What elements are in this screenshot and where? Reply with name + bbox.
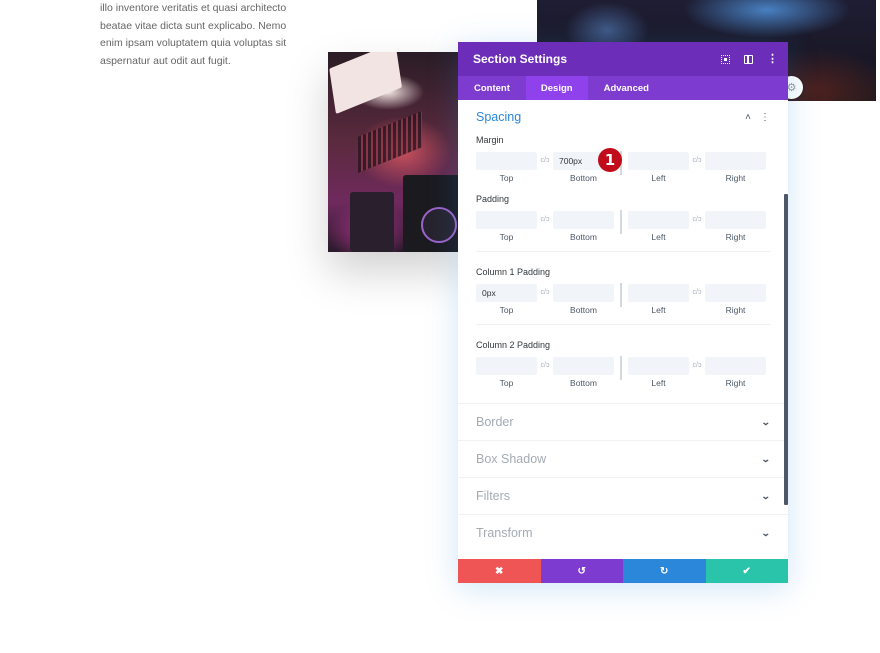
- spacing-group: Column 2 Padding c/ɔ c/ɔ Top Bottom Left Right: [458, 339, 788, 390]
- laptop-dj-image: [328, 52, 463, 252]
- top-input[interactable]: [476, 210, 537, 229]
- collapsed-sections: Border ⌄ Box Shadow ⌄ Filters ⌄ Transfor…: [458, 403, 788, 551]
- link-values-icon[interactable]: c/ɔ: [537, 216, 553, 223]
- chevron-down-icon[interactable]: ⌄: [761, 454, 771, 465]
- left-input[interactable]: [628, 151, 689, 170]
- modal-tabs: Content Design Advanced: [458, 76, 788, 100]
- chevron-down-icon[interactable]: ⌄: [761, 491, 771, 502]
- chevron-up-icon[interactable]: ˄: [745, 112, 751, 123]
- midi-controller: [350, 192, 394, 252]
- link-values-icon[interactable]: c/ɔ: [537, 289, 553, 296]
- left-input[interactable]: [628, 283, 689, 302]
- top-label: Top: [499, 172, 514, 183]
- link-values-icon[interactable]: c/ɔ: [537, 362, 553, 369]
- body-line: illo inventore veritatis et quasi archit…: [100, 2, 287, 14]
- modal-header[interactable]: Section Settings ⋮: [458, 42, 788, 76]
- bottom-label: Bottom: [570, 304, 597, 315]
- modal-footer: ✖ ↺ ↻ ✔: [458, 559, 788, 583]
- left-label: Left: [651, 304, 666, 315]
- filters-title: Filters: [476, 489, 511, 503]
- undo-button[interactable]: ↺: [540, 559, 623, 583]
- right-label: Right: [725, 231, 746, 242]
- redo-button[interactable]: ↻: [623, 559, 706, 583]
- bottom-input[interactable]: [553, 210, 614, 229]
- save-button[interactable]: ✔: [705, 559, 788, 583]
- top-label: Top: [499, 377, 514, 388]
- body-line: beatae vitae dicta sunt explicabo. Nemo: [100, 19, 287, 32]
- spacing-group: Margin c/ɔ 700px c/ɔ Top Bottom Left Right: [458, 134, 788, 185]
- columns-icon[interactable]: [744, 54, 753, 64]
- right-input[interactable]: [705, 151, 766, 170]
- right-label: Right: [725, 377, 746, 388]
- left-label: Left: [651, 377, 666, 388]
- right-input[interactable]: [705, 210, 766, 229]
- box-shadow-section[interactable]: Box Shadow ⌄: [458, 440, 788, 477]
- right-input[interactable]: [705, 283, 766, 302]
- tab-design[interactable]: Design: [525, 76, 588, 100]
- tab-advanced[interactable]: Advanced: [588, 76, 665, 100]
- filters-section[interactable]: Filters ⌄: [458, 477, 788, 514]
- transform-section[interactable]: Transform ⌄: [458, 514, 788, 551]
- cancel-button[interactable]: ✖: [458, 559, 541, 583]
- body-paragraph: illo inventore veritatis et quasi archit…: [100, 0, 300, 70]
- left-input[interactable]: [628, 356, 689, 375]
- tab-content[interactable]: Content: [458, 76, 526, 100]
- link-values-icon[interactable]: c/ɔ: [689, 157, 705, 164]
- bottom-label: Bottom: [570, 231, 597, 242]
- section-settings-modal: Section Settings ⋮ Content Design Advanc…: [458, 42, 788, 583]
- modal-title: Section Settings: [473, 52, 568, 66]
- left-label: Left: [651, 231, 666, 242]
- kebab-menu-icon[interactable]: ⋮: [767, 54, 778, 65]
- group-divider: [476, 251, 770, 252]
- chevron-down-icon[interactable]: ⌄: [761, 528, 771, 539]
- spacing-section-header[interactable]: Spacing ˄ ⋮: [458, 100, 788, 134]
- modal-body: Spacing ˄ ⋮ Margin c/ɔ 700px c/ɔ Top Bottom Le…: [458, 100, 788, 559]
- section-kebab-icon[interactable]: ⋮: [760, 112, 770, 123]
- spacing-group: Column 1 Padding 0px c/ɔ c/ɔ Top Bottom Left Ri…: [458, 266, 788, 317]
- transform-title: Transform: [476, 526, 533, 540]
- expand-icon[interactable]: [721, 54, 730, 64]
- top-input[interactable]: 0px: [476, 283, 537, 302]
- group-divider: [476, 324, 770, 325]
- chevron-down-icon[interactable]: ⌄: [761, 417, 771, 428]
- laptop-keyboard: [358, 111, 422, 173]
- bottom-input[interactable]: [553, 356, 614, 375]
- top-label: Top: [499, 231, 514, 242]
- top-label: Top: [499, 304, 514, 315]
- left-input[interactable]: [628, 210, 689, 229]
- box-shadow-title: Box Shadow: [476, 452, 547, 466]
- bottom-input[interactable]: [553, 283, 614, 302]
- right-input[interactable]: [705, 356, 766, 375]
- body-line: aspernatur aut odit aut fugit.: [100, 54, 231, 67]
- link-values-icon[interactable]: c/ɔ: [537, 157, 553, 164]
- link-values-icon[interactable]: c/ɔ: [689, 362, 705, 369]
- top-input[interactable]: [476, 356, 537, 375]
- link-values-icon[interactable]: c/ɔ: [689, 289, 705, 296]
- link-values-icon[interactable]: c/ɔ: [689, 216, 705, 223]
- body-line: enim ipsam voluptatem quia voluptas sit: [100, 37, 287, 49]
- left-label: Left: [651, 172, 666, 183]
- border-title: Border: [476, 415, 514, 429]
- scrollbar[interactable]: [784, 194, 788, 505]
- dj-jog-wheel: [421, 207, 457, 243]
- right-label: Right: [725, 304, 746, 315]
- pair-separator: [614, 351, 628, 380]
- bottom-label: Bottom: [570, 377, 597, 388]
- pair-separator: [614, 278, 628, 307]
- right-label: Right: [725, 172, 746, 183]
- annotation-badge: 1: [598, 148, 622, 172]
- spacing-group: Padding c/ɔ c/ɔ Top Bottom Left Right: [458, 193, 788, 244]
- pair-separator: [614, 205, 628, 234]
- bottom-label: Bottom: [570, 172, 597, 183]
- spacing-title: Spacing: [476, 110, 522, 124]
- top-input[interactable]: [476, 151, 537, 170]
- border-section[interactable]: Border ⌄: [458, 403, 788, 440]
- laptop-screen: [329, 52, 402, 114]
